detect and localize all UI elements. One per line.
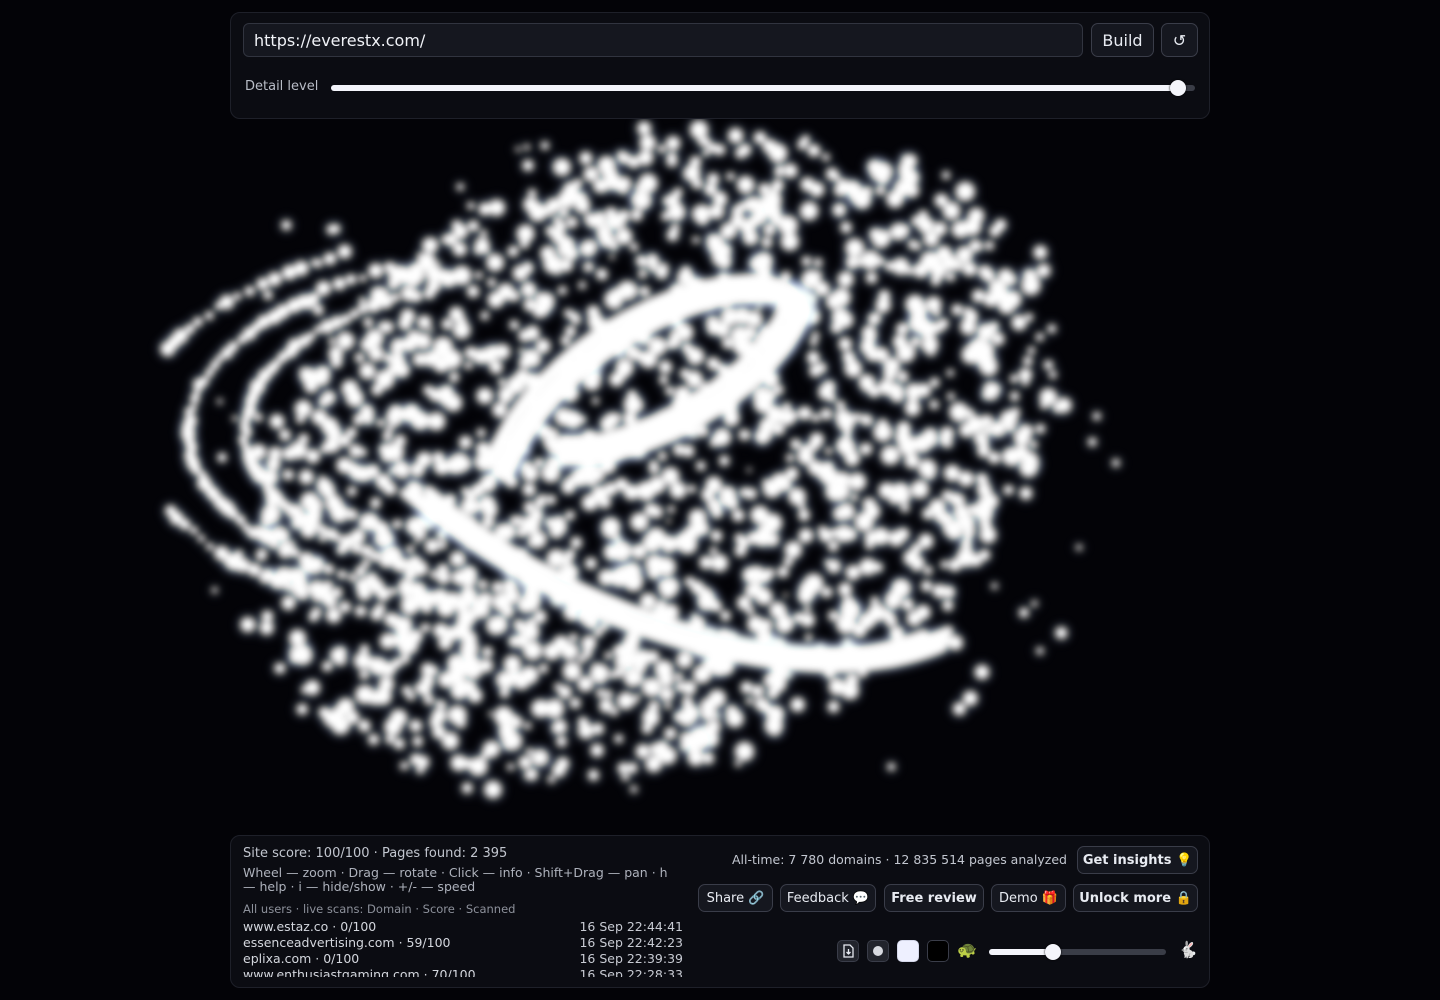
free-review-button[interactable]: Free review: [884, 884, 984, 912]
rabbit-icon: 🐇: [1178, 940, 1198, 959]
scan-time: 16 Sep 22:39:39: [579, 951, 683, 966]
list-item[interactable]: eplixa.com · 0/100 16 Sep 22:39:39: [243, 951, 683, 967]
build-button[interactable]: Build: [1091, 23, 1154, 57]
feedback-button[interactable]: Feedback 💬: [780, 884, 876, 912]
info-panel: Site score: 100/100 · Pages found: 2 395…: [230, 835, 1210, 988]
reset-icon[interactable]: ↺: [1161, 23, 1198, 57]
download-icon[interactable]: [837, 940, 859, 962]
detail-level-thumb[interactable]: [1169, 80, 1186, 96]
all-time-stats: All-time: 7 780 domains · 12 835 514 pag…: [732, 852, 1067, 867]
dark-theme-button[interactable]: [927, 940, 949, 962]
live-scans-list: www.estaz.co · 0/100 16 Sep 22:44:41 ess…: [243, 919, 683, 977]
scan-time: 16 Sep 22:44:41: [579, 919, 683, 934]
detail-level-fill: [331, 85, 1178, 91]
scan-time: 16 Sep 22:28:33: [579, 967, 683, 977]
unlock-more-button[interactable]: Unlock more 🔒: [1073, 884, 1198, 912]
detail-level-label: Detail level: [245, 79, 319, 94]
scan-time: 16 Sep 22:42:23: [579, 935, 683, 950]
light-theme-button[interactable]: [897, 940, 919, 962]
turtle-icon: 🐢: [957, 940, 977, 959]
speed-fill: [989, 949, 1053, 955]
speed-thumb[interactable]: [1044, 944, 1061, 960]
list-item[interactable]: www.enthusiastgaming.com · 70/100 16 Sep…: [243, 967, 683, 977]
list-item[interactable]: www.estaz.co · 0/100 16 Sep 22:44:41: [243, 919, 683, 935]
get-insights-button[interactable]: Get insights 💡: [1077, 846, 1198, 874]
share-button[interactable]: Share 🔗: [698, 884, 773, 912]
detail-level-slider[interactable]: [331, 80, 1195, 96]
url-input[interactable]: [243, 23, 1083, 57]
scan-domain: www.estaz.co · 0/100: [243, 919, 377, 934]
live-scans-header: All users · live scans: Domain · Score ·…: [243, 902, 516, 916]
speed-slider[interactable]: [989, 944, 1166, 960]
list-item[interactable]: essenceadvertising.com · 59/100 16 Sep 2…: [243, 935, 683, 951]
dot-icon: [873, 946, 883, 956]
scan-domain: essenceadvertising.com · 59/100: [243, 935, 451, 950]
scan-domain: eplixa.com · 0/100: [243, 951, 360, 966]
point-style-button[interactable]: [867, 940, 889, 962]
scan-domain: www.enthusiastgaming.com · 70/100: [243, 967, 476, 977]
help-text: Wheel — zoom · Drag — rotate · Click — i…: [243, 865, 668, 894]
url-panel: Build ↺ Detail level: [230, 12, 1210, 119]
download-glyph: [843, 944, 854, 958]
demo-button[interactable]: Demo 🎁: [991, 884, 1066, 912]
site-score-stats: Site score: 100/100 · Pages found: 2 395: [243, 846, 508, 861]
